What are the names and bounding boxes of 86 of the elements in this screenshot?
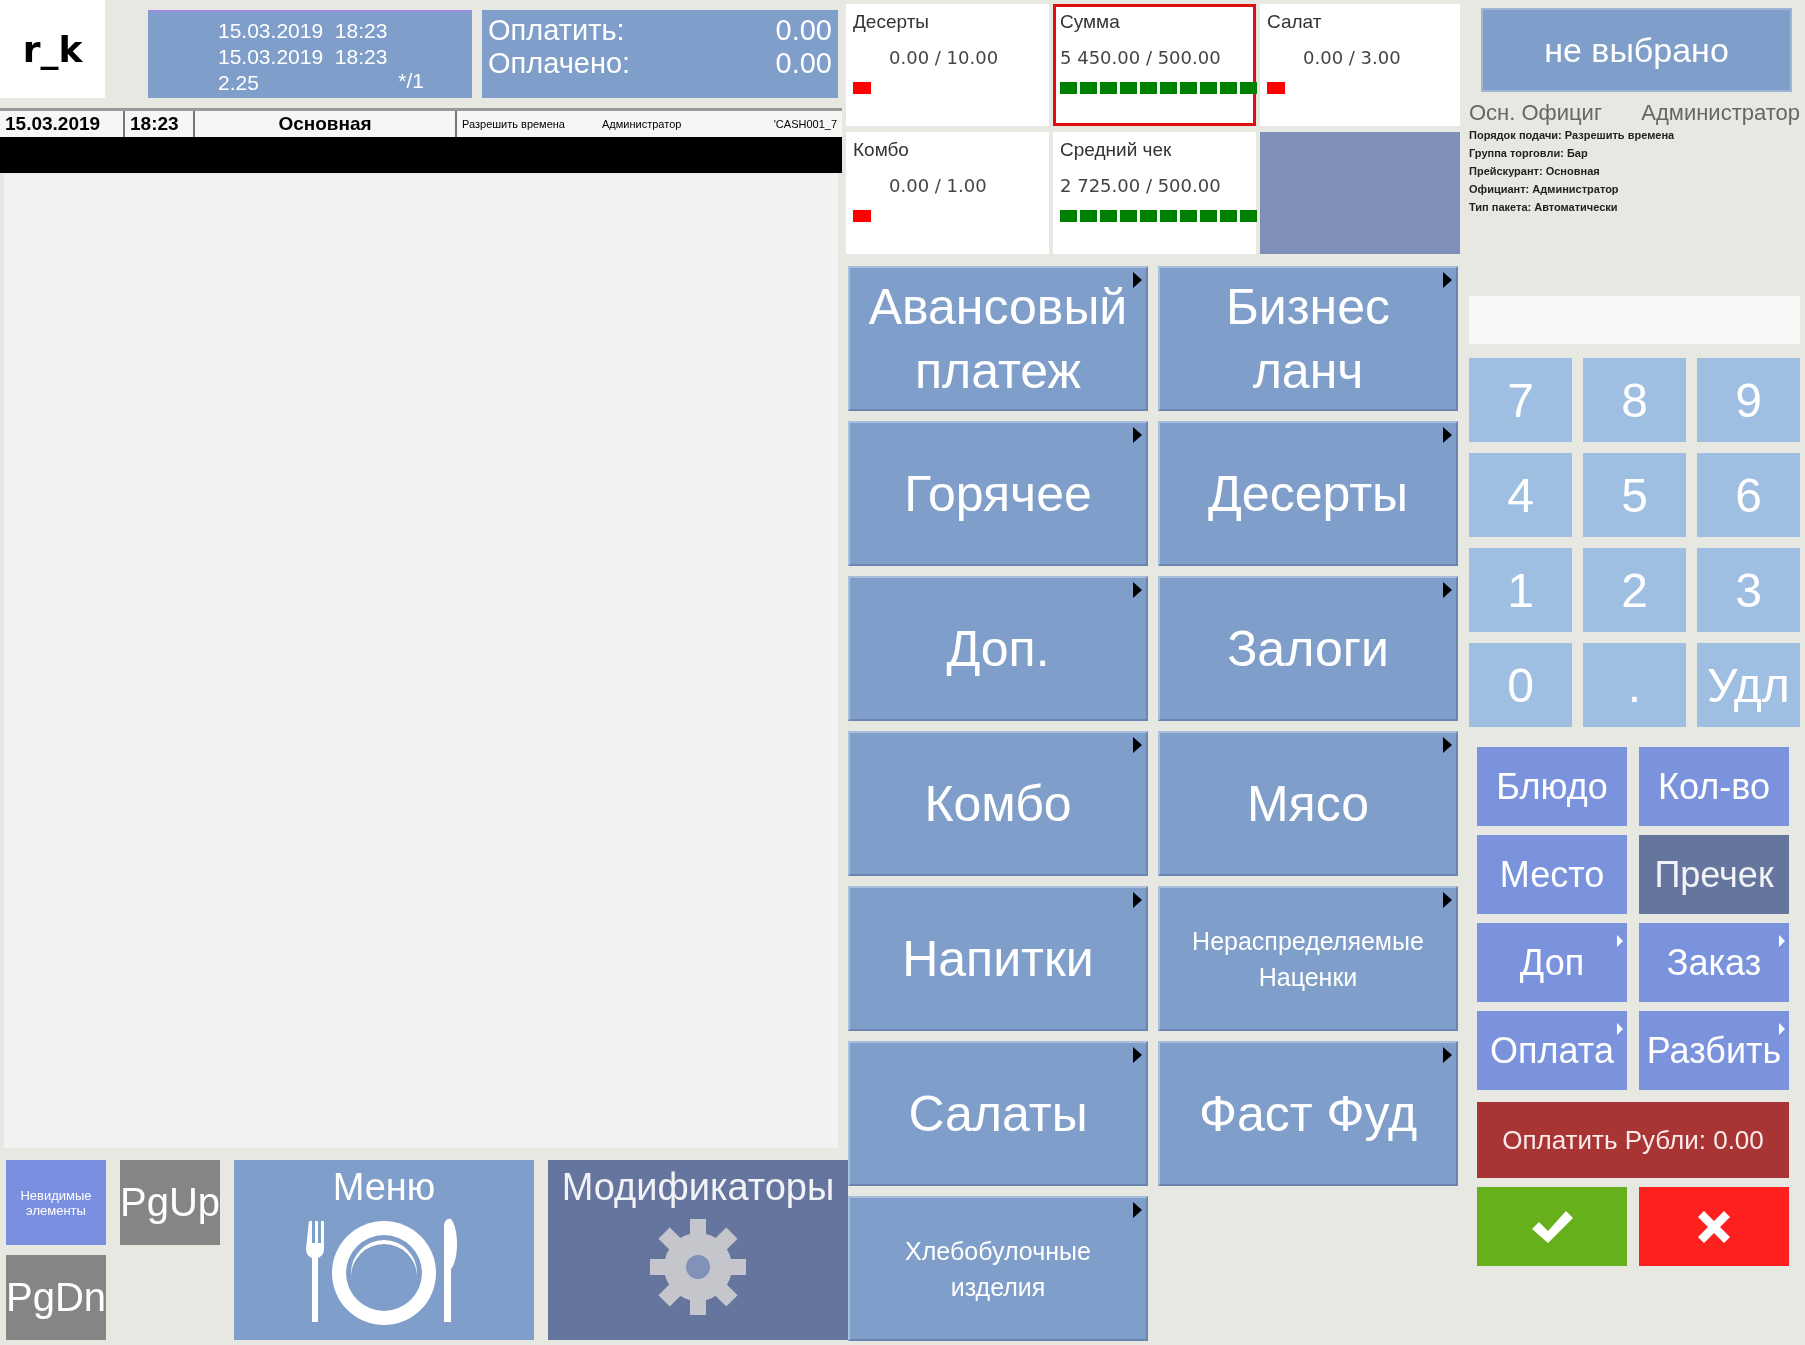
keypad-key[interactable]: 9 [1697,358,1800,442]
payment-amount: 0.00 [775,47,832,80]
action-button[interactable]: Место [1477,835,1627,914]
order-detail: Прейскурант: Основная [1469,165,1601,177]
category-button[interactable]: Фаст Фуд [1158,1041,1458,1186]
category-button[interactable]: Напитки [848,886,1148,1031]
keypad-key[interactable]: 0 [1469,643,1572,727]
page-down-button[interactable]: PgDn [6,1255,106,1340]
cancel-button[interactable] [1639,1187,1789,1266]
submenu-arrow-icon [1443,1047,1452,1063]
submenu-arrow-icon [1133,1202,1142,1218]
action-button[interactable]: Оплата [1477,1011,1627,1090]
category-button[interactable]: Десерты [1158,421,1458,566]
payment-label: Оплатить: [488,14,625,47]
action-button[interactable]: Заказ [1639,923,1789,1002]
keypad-key[interactable]: 5 [1583,453,1686,537]
submenu-arrow-icon [1133,427,1142,443]
action-button[interactable]: Блюдо [1477,747,1627,826]
keypad-key[interactable]: 7 [1469,358,1572,442]
kpi-value: 0.00 / 10.00 [889,47,1000,68]
payment-label: Оплачено: [488,47,631,80]
kpi-value: 0.00 / 3.00 [1303,47,1402,68]
order-detail: Группа торговли: Бар [1469,147,1589,159]
category-button[interactable]: Бизнес ланч [1158,266,1458,411]
action-button[interactable]: Кол-во [1639,747,1789,826]
keypad-key[interactable]: . [1583,643,1686,727]
kpi-label: Комбо [853,139,910,161]
kpi-label: Средний чек [1060,139,1173,161]
category-button[interactable]: Комбо [848,731,1148,876]
submenu-arrow-icon [1617,1023,1623,1035]
category-button[interactable]: Горячее [848,421,1148,566]
hidden-items-button[interactable]: Невидимые элементы [6,1160,106,1245]
kpi-value: 2 725.00 / 500.00 [1060,175,1222,196]
submenu-arrow-icon [1443,582,1452,598]
submenu-arrow-icon [1133,1047,1142,1063]
menu-button[interactable]: Меню [234,1160,534,1340]
category-button[interactable]: Залоги [1158,576,1458,721]
category-button[interactable]: Салаты [848,1041,1148,1186]
submenu-arrow-icon [1779,1023,1785,1035]
submenu-arrow-icon [1443,892,1452,908]
action-button[interactable]: Разбить [1639,1011,1789,1090]
category-button[interactable]: Нераспределяемые Наценки [1158,886,1458,1031]
order-detail: Порядок подачи: Разрешить времена [1469,129,1676,141]
waiter-name: Администратор [601,117,683,132]
gear-icon [648,1217,748,1317]
keypad-key[interactable]: 1 [1469,548,1572,632]
order-detail: Тип пакета: Автоматически [1469,201,1619,213]
keypad-key[interactable]: 2 [1583,548,1686,632]
page-up-button[interactable]: PgUp [120,1160,220,1245]
submenu-arrow-icon [1133,737,1142,753]
payment-amount: 0.00 [775,14,832,47]
kpi-label: Сумма [1060,11,1121,33]
submenu-arrow-icon [1443,272,1452,288]
kpi-value: 0.00 / 1.00 [889,175,988,196]
order-time: 15.03.2019 18:23 [218,44,388,70]
customer-button[interactable]: не выбрано [1481,8,1792,92]
confirm-button[interactable] [1477,1187,1627,1266]
waiter-short: Осн. Официг [1469,100,1602,126]
submenu-arrow-icon [1443,737,1452,753]
station-name: 'CASH001_7 [772,117,838,132]
serving-order: Разрешить времена [461,117,566,132]
submenu-arrow-icon [1133,582,1142,598]
keypad-key[interactable]: 4 [1469,453,1572,537]
action-button[interactable]: Доп [1477,923,1627,1002]
category-button[interactable]: Хлебобулочные изделия [848,1196,1148,1341]
table-number: */1 [398,68,424,94]
order-time: 15.03.2019 18:23 [218,18,388,44]
order-detail: Официант: Администратор [1469,183,1620,195]
submenu-arrow-icon [1133,272,1142,288]
guest-count: 2.25 [218,70,259,96]
keypad-key[interactable]: 3 [1697,548,1800,632]
submenu-arrow-icon [1617,935,1623,947]
category-button[interactable]: Доп. [848,576,1148,721]
waiter-name: Администратор [1641,100,1800,126]
submenu-arrow-icon [1133,892,1142,908]
logo: r_k [0,0,105,98]
kpi-label: Салат [1267,11,1323,33]
keypad-key[interactable]: 6 [1697,453,1800,537]
keypad-key[interactable]: 8 [1583,358,1686,442]
kpi-label: Десерты [853,11,930,33]
kpi-value: 5 450.00 / 500.00 [1060,47,1222,68]
submenu-arrow-icon [1779,935,1785,947]
category-button[interactable]: Мясо [1158,731,1458,876]
category-button[interactable]: Авансовый платеж [848,266,1148,411]
submenu-arrow-icon [1443,427,1452,443]
keypad-key[interactable]: Удл [1697,643,1800,727]
